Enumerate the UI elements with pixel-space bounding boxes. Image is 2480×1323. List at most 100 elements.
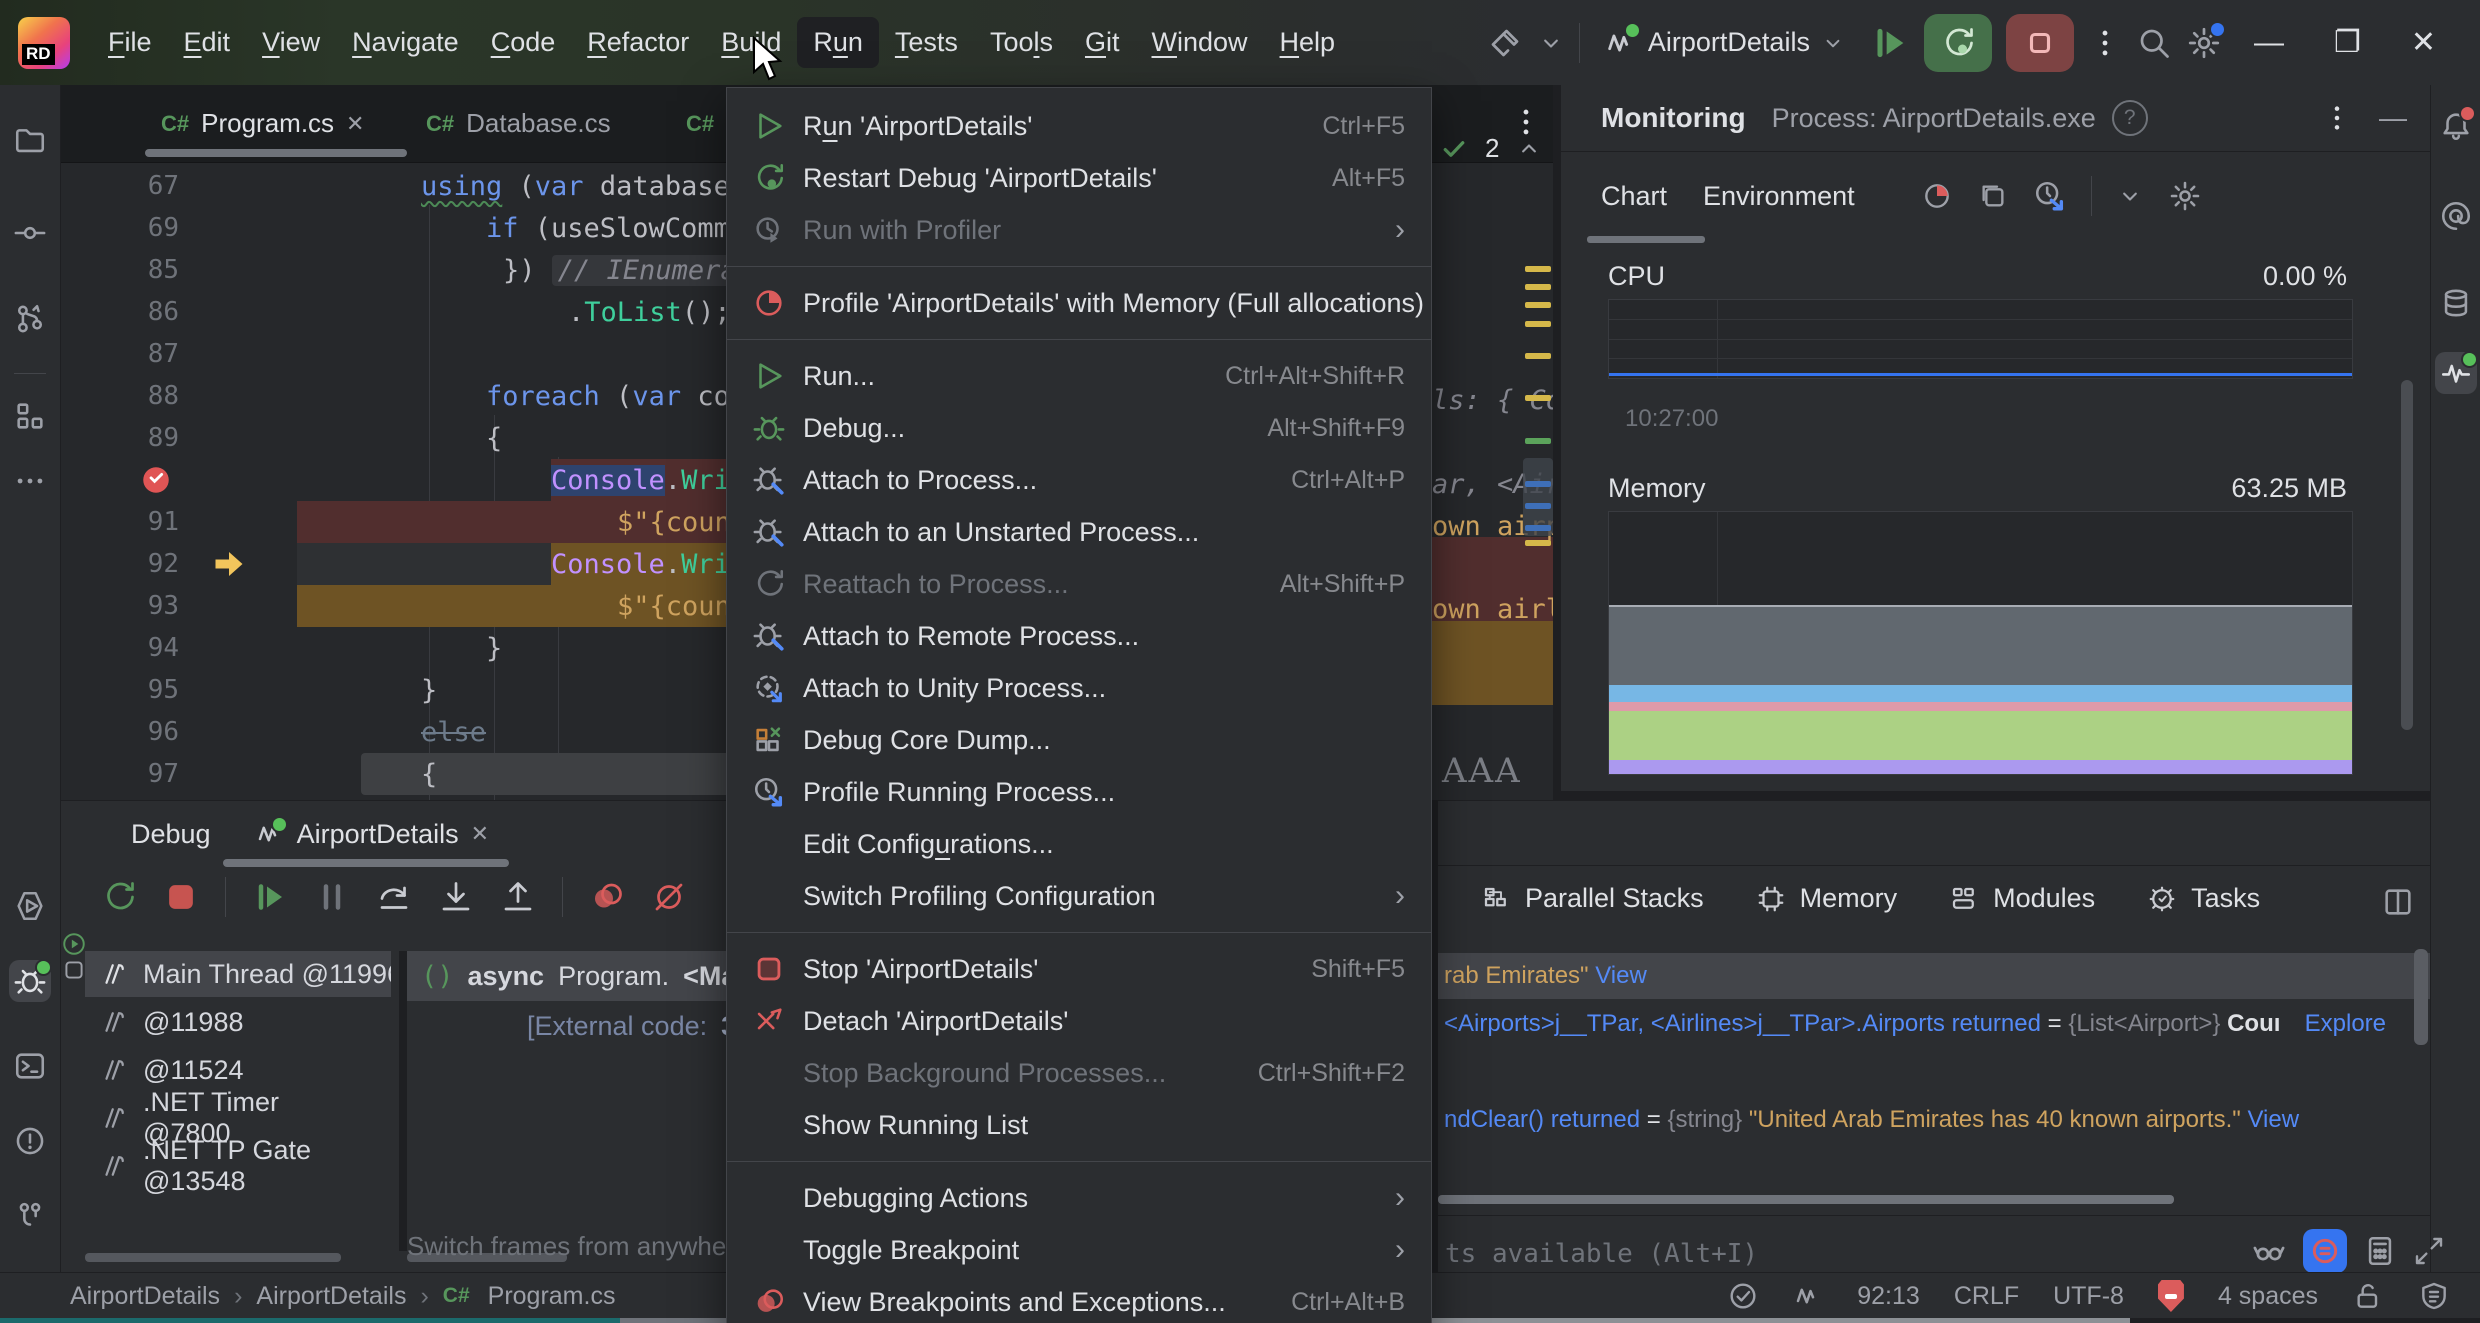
breadcrumb[interactable]: AirportDetails › AirportDetails › C# Program.…: [70, 1282, 615, 1311]
tab-parallel-stacks[interactable]: Parallel Stacks: [1481, 883, 1704, 914]
breadcrumb-item[interactable]: Program.cs: [488, 1282, 616, 1311]
rail-problems-icon[interactable]: [9, 1120, 51, 1162]
pause-icon[interactable]: [314, 879, 350, 915]
monitoring-kebab-icon[interactable]: [2321, 102, 2353, 134]
menu-item-detach-airportdetails[interactable]: Detach 'AirportDetails': [727, 995, 1431, 1047]
calculator-icon[interactable]: [2363, 1234, 2397, 1268]
resume-icon[interactable]: [252, 879, 288, 915]
expand-icon[interactable]: [2413, 1235, 2445, 1267]
rail-database-icon[interactable]: [2435, 282, 2477, 324]
search-icon[interactable]: [2136, 25, 2172, 61]
profile-pie-icon[interactable]: [1921, 180, 1953, 212]
tab-close-icon[interactable]: ✕: [346, 111, 364, 137]
window-maximize-button[interactable]: ❐: [2316, 25, 2379, 60]
monitoring-chevron-icon[interactable]: [2116, 182, 2144, 210]
mute-breakpoints-icon[interactable]: [651, 879, 687, 915]
tab-memory[interactable]: Memory: [1756, 883, 1897, 914]
rail-nuget-icon[interactable]: [2435, 195, 2477, 237]
menubar-item-file[interactable]: File: [92, 17, 168, 68]
debugger-console-hint[interactable]: ts available (Alt+I): [1445, 1239, 1758, 1269]
breadcrumb-item[interactable]: AirportDetails: [70, 1282, 220, 1311]
lock-icon[interactable]: [2352, 1280, 2384, 1312]
menu-item-attach-to-process[interactable]: Attach to Process... Ctrl+Alt+P: [727, 454, 1431, 506]
debug-window-label[interactable]: Debug: [131, 819, 211, 850]
rail-project-folder-icon[interactable]: [9, 120, 51, 162]
help-icon[interactable]: ?: [2111, 100, 2148, 136]
rail-commit-icon[interactable]: [9, 212, 51, 254]
variables-pane[interactable]: rab Emirates" View <Airports>j__TPar, <Ai…: [1438, 945, 2430, 1205]
menubar-item-run[interactable]: Run: [797, 17, 879, 68]
thread-row[interactable]: Main Thread @11996: [85, 951, 391, 997]
bottom-scroll-thumb[interactable]: [620, 1318, 726, 1323]
thread-row[interactable]: .NET TP Gate @13548: [85, 1135, 391, 1196]
rail-services-icon[interactable]: [9, 1195, 51, 1237]
menu-item-edit-configurations[interactable]: Edit Configurations...: [727, 818, 1431, 870]
debug-session-tab[interactable]: AirportDetails ✕: [255, 816, 489, 850]
step-over-icon[interactable]: [376, 879, 412, 915]
stop-icon-red[interactable]: [163, 879, 199, 915]
menu-item-switch-profiling-configuration[interactable]: Switch Profiling Configuration ›: [727, 870, 1431, 922]
menu-item-run[interactable]: Run... Ctrl+Alt+Shift+R: [727, 350, 1431, 402]
settings-gear-icon[interactable]: [2186, 20, 2226, 61]
menubar-item-git[interactable]: Git: [1069, 17, 1136, 68]
layout-settings-icon[interactable]: [2381, 885, 2415, 919]
thread-row[interactable]: @11988: [85, 999, 391, 1045]
menu-item-attach-to-unity-process[interactable]: Attach to Unity Process...: [727, 662, 1431, 714]
status-indent[interactable]: 4 spaces: [2218, 1282, 2318, 1311]
status-events-icon[interactable]: [1793, 1281, 1823, 1311]
menu-item-attach-to-an-unstarted-process[interactable]: Attach to an Unstarted Process...: [727, 506, 1431, 558]
menubar-item-refactor[interactable]: Refactor: [571, 17, 705, 68]
menubar-item-tools[interactable]: Tools: [974, 17, 1069, 68]
menu-item-attach-to-remote-process[interactable]: Attach to Remote Process...: [727, 610, 1431, 662]
rail-notifications-bell-icon[interactable]: [2435, 105, 2477, 147]
menubar-item-tests[interactable]: Tests: [879, 17, 974, 68]
window-minimize-button[interactable]: —: [2236, 26, 2302, 60]
breakpoint-icon[interactable]: [139, 463, 173, 497]
bottom-scroll-thumb2[interactable]: [1430, 1318, 2130, 1323]
rail-monitoring-pulse-icon[interactable]: [2435, 351, 2478, 394]
menubar-item-code[interactable]: Code: [475, 17, 572, 68]
monitoring-settings-icon[interactable]: [2168, 179, 2202, 213]
variable-row[interactable]: <Airports>j__TPar, <Airlines>j__TPar>.Ai…: [1438, 1001, 2430, 1047]
status-check-icon[interactable]: [1727, 1280, 1759, 1312]
rerun-debug-icon[interactable]: [101, 879, 137, 915]
inspection-widget[interactable]: 2: [1439, 133, 1553, 164]
menu-item-stop-airportdetails[interactable]: Stop 'AirportDetails' Shift+F5: [727, 943, 1431, 995]
menubar-item-help[interactable]: Help: [1264, 17, 1352, 68]
status-encoding[interactable]: UTF-8: [2053, 1282, 2124, 1311]
monitoring-tab-environment[interactable]: Environment: [1703, 181, 1855, 212]
rail-git-branches-icon[interactable]: [9, 298, 51, 340]
rail-structure-icon[interactable]: [9, 395, 51, 437]
tab-modules[interactable]: Modules: [1949, 883, 2095, 914]
monitoring-tab-chart[interactable]: Chart: [1601, 181, 1667, 212]
step-out-icon[interactable]: [500, 879, 536, 915]
restart-debug-button[interactable]: [1923, 13, 1992, 72]
menu-item-run-airportdetails[interactable]: Run 'AirportDetails' Ctrl+F5: [727, 100, 1431, 152]
variable-row[interactable]: ndClear() returned = {string} "United Ar…: [1438, 1097, 2430, 1143]
resume-program-icon[interactable]: [1870, 23, 1910, 63]
menubar-item-edit[interactable]: Edit: [168, 17, 247, 68]
evaluate-button[interactable]: [2303, 1229, 2347, 1273]
rail-run-icon[interactable]: [9, 885, 51, 927]
threads-hscrollbar[interactable]: [85, 1253, 341, 1262]
menu-item-view-breakpoints-and-exceptions[interactable]: View Breakpoints and Exceptions... Ctrl+A…: [727, 1276, 1431, 1323]
tab-tasks[interactable]: Tasks: [2147, 883, 2260, 914]
monitoring-scrollbar[interactable]: [2401, 380, 2413, 730]
prev-problem-icon[interactable]: [1515, 135, 1543, 163]
menu-item-debugging-actions[interactable]: Debugging Actions ›: [727, 1172, 1431, 1224]
menu-item-profile-running-process[interactable]: Profile Running Process...: [727, 766, 1431, 818]
status-caret-position[interactable]: 92:13: [1857, 1282, 1920, 1311]
snapshots-icon[interactable]: [1977, 180, 2009, 212]
rail-more-tools-icon[interactable]: [9, 460, 51, 502]
inspection-shield-icon[interactable]: [2418, 1280, 2450, 1312]
more-actions-icon[interactable]: [2088, 26, 2122, 60]
explore-link[interactable]: Explore: [2305, 1010, 2386, 1038]
menubar-item-view[interactable]: View: [246, 17, 336, 68]
menu-item-profile-airportdetails-with-memory-full-allocations[interactable]: Profile 'AirportDetails' with Memory (Fu…: [727, 277, 1431, 329]
threads-pane[interactable]: Main Thread @11996 @11988 @11524 .NET Timer…: [85, 951, 391, 1251]
breakpoint-status-icon[interactable]: [2157, 1280, 2184, 1312]
menu-item-restart-debug-airportdetails[interactable]: Restart Debug 'AirportDetails' Alt+F5: [727, 152, 1431, 204]
watches-glasses-icon[interactable]: [2251, 1233, 2287, 1269]
window-close-button[interactable]: ✕: [2393, 25, 2454, 60]
view-breakpoints-icon[interactable]: [589, 879, 625, 915]
